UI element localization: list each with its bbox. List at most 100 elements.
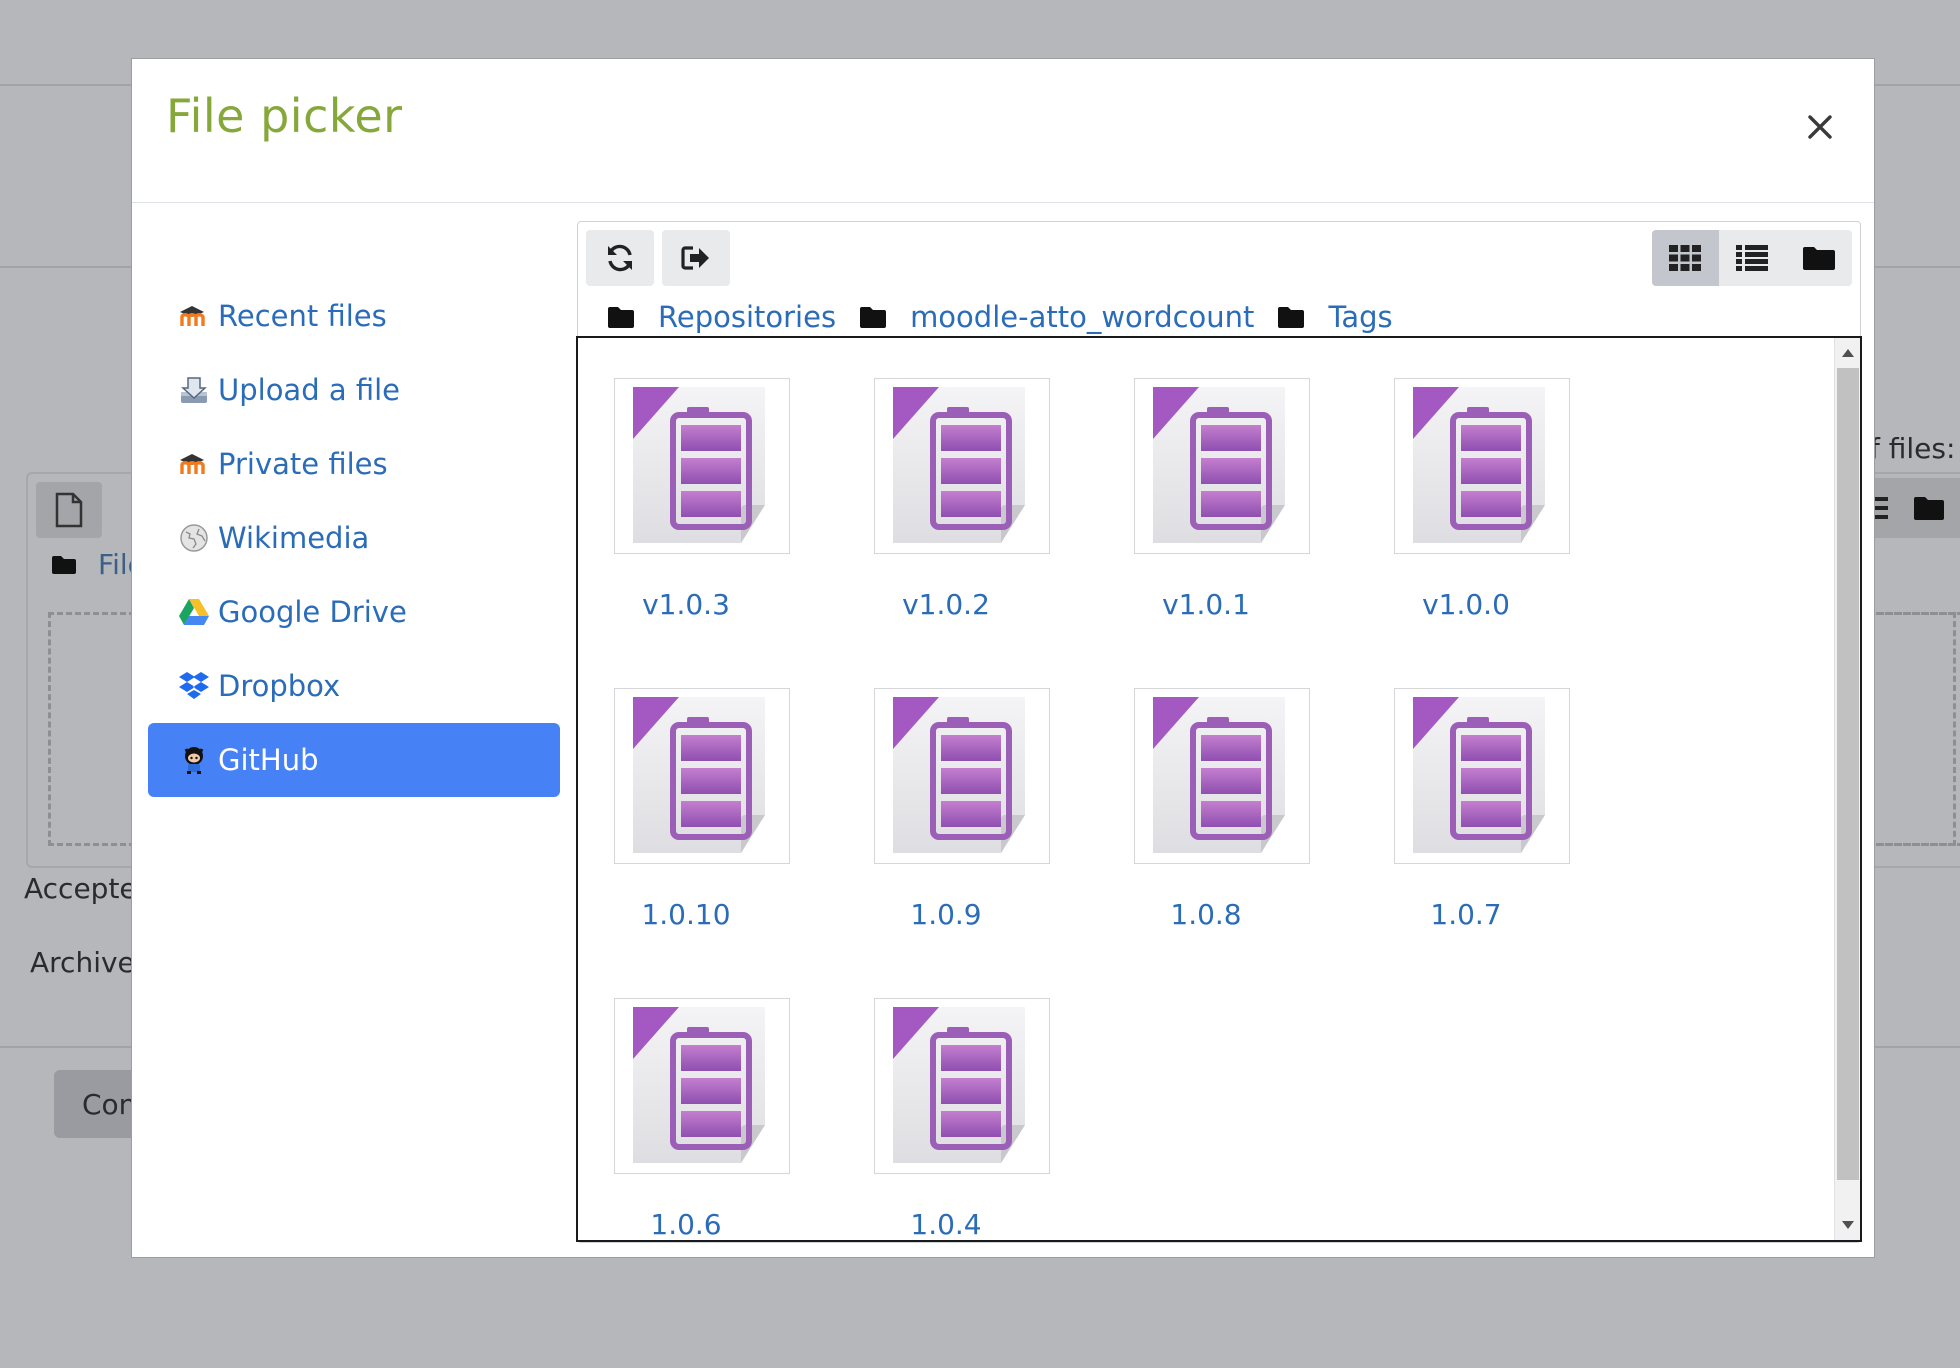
scroll-thumb[interactable] — [1837, 368, 1859, 1180]
breadcrumb: Repositories moodle-atto_wordcount Tags — [608, 292, 1417, 342]
file-name[interactable]: v1.0.3 — [606, 588, 766, 621]
file-tile[interactable]: v1.0.2 — [866, 378, 1050, 621]
archive-file-icon — [1153, 387, 1285, 543]
archive-file-icon — [633, 697, 765, 853]
file-name[interactable]: 1.0.7 — [1386, 898, 1546, 931]
breadcrumb-label: Tags — [1328, 300, 1393, 334]
scroll-down-arrow[interactable] — [1835, 1212, 1860, 1238]
folder-icon — [860, 307, 887, 328]
bg-archive-label: Archive — [30, 946, 135, 979]
repo-item-label: Google Drive — [218, 595, 407, 629]
breadcrumb-item[interactable]: Tags — [1278, 300, 1393, 334]
archive-file-icon — [1153, 697, 1285, 853]
logout-button[interactable] — [662, 230, 730, 286]
file-tile[interactable]: 1.0.6 — [606, 998, 790, 1240]
repo-item-upload-a-file[interactable]: Upload a file — [148, 353, 560, 427]
icons-view-button[interactable] — [1652, 230, 1719, 286]
dropbox-icon — [178, 670, 210, 702]
file-browser: Repositories moodle-atto_wordcount Tags … — [576, 221, 1862, 1243]
archive-file-icon — [1413, 697, 1545, 853]
repo-item-label: Dropbox — [218, 669, 341, 703]
file-tile[interactable]: 1.0.9 — [866, 688, 1050, 931]
file-name[interactable]: 1.0.8 — [1126, 898, 1286, 931]
scroll-up-arrow[interactable] — [1835, 340, 1860, 366]
file-tile[interactable]: 1.0.8 — [1126, 688, 1310, 931]
file-tile[interactable]: 1.0.10 — [606, 688, 790, 931]
scrollbar[interactable] — [1834, 338, 1860, 1240]
dialog-title: File picker — [166, 89, 403, 143]
bg-max-files-label: f files: — [1870, 432, 1956, 465]
folder-icon — [1278, 307, 1305, 328]
file-thumbnail[interactable] — [1394, 378, 1570, 554]
grid-icon — [1669, 245, 1702, 271]
tree-view-button[interactable] — [1785, 230, 1852, 286]
file-name[interactable]: v1.0.1 — [1126, 588, 1286, 621]
refresh-button[interactable] — [586, 230, 654, 286]
bg-add-file-button — [36, 482, 102, 538]
file-tile[interactable]: v1.0.1 — [1126, 378, 1310, 621]
file-list-pane: v1.0.3 v1.0.2 v1.0.1 v1.0.0 1.0.10 1.0.9 1.0.8… — [576, 336, 1862, 1242]
moodle-icon — [178, 448, 210, 480]
repo-item-label: Private files — [218, 447, 388, 481]
list-view-button[interactable] — [1719, 230, 1786, 286]
file-thumbnail[interactable] — [874, 378, 1050, 554]
folder-icon — [1802, 247, 1835, 270]
repo-item-label: Recent files — [218, 299, 387, 333]
file-tile[interactable]: v1.0.0 — [1386, 378, 1570, 621]
modal-header: File picker — [132, 59, 1874, 203]
file-tile[interactable]: 1.0.7 — [1386, 688, 1570, 931]
file-name[interactable]: 1.0.6 — [606, 1208, 766, 1240]
file-thumbnail[interactable] — [1394, 688, 1570, 864]
file-thumbnail[interactable] — [1134, 378, 1310, 554]
view-mode-switcher — [1652, 230, 1852, 286]
file-name[interactable]: v1.0.2 — [866, 588, 1026, 621]
repo-item-private-files[interactable]: Private files — [148, 427, 560, 501]
archive-file-icon — [893, 697, 1025, 853]
file-name[interactable]: 1.0.9 — [866, 898, 1026, 931]
breadcrumb-label: moodle-atto_wordcount — [910, 300, 1255, 334]
archive-file-icon — [1413, 387, 1545, 543]
repo-item-recent-files[interactable]: Recent files — [148, 279, 560, 353]
file-thumbnail[interactable] — [614, 688, 790, 864]
repo-item-wikimedia[interactable]: Wikimedia — [148, 501, 560, 575]
folder-icon — [52, 555, 76, 574]
file-thumbnail[interactable] — [614, 998, 790, 1174]
file-icon — [55, 492, 83, 528]
file-thumbnail[interactable] — [874, 688, 1050, 864]
moodle-icon — [178, 300, 210, 332]
close-icon — [1808, 115, 1832, 139]
file-thumbnail[interactable] — [1134, 688, 1310, 864]
breadcrumb-item[interactable]: Repositories — [608, 300, 836, 334]
repository-list: Recent files Upload a file Private files… — [148, 279, 560, 797]
file-thumbnail[interactable] — [874, 998, 1050, 1174]
list-icon — [1736, 245, 1768, 271]
github-icon — [178, 744, 210, 776]
archive-file-icon — [633, 387, 765, 543]
file-name[interactable]: 1.0.10 — [606, 898, 766, 931]
breadcrumb-item[interactable]: moodle-atto_wordcount — [860, 300, 1254, 334]
bg-accepted-label: Accepte — [24, 872, 137, 905]
archive-file-icon — [633, 1007, 765, 1163]
repo-item-google-drive[interactable]: Google Drive — [148, 575, 560, 649]
refresh-icon — [608, 244, 632, 272]
repo-item-github[interactable]: GitHub — [148, 723, 560, 797]
repo-item-label: GitHub — [218, 743, 319, 777]
close-button[interactable] — [1796, 103, 1844, 151]
folder-icon — [1914, 497, 1944, 520]
file-name[interactable]: v1.0.0 — [1386, 588, 1546, 621]
breadcrumb-label: Repositories — [658, 300, 837, 334]
file-name[interactable]: 1.0.4 — [866, 1208, 1026, 1240]
wikimedia-icon — [178, 522, 210, 554]
file-picker-dialog: File picker Recent files Upload a file P… — [131, 58, 1875, 1258]
repo-item-label: Upload a file — [218, 373, 400, 407]
google-drive-icon — [178, 596, 210, 628]
folder-icon — [608, 307, 634, 328]
repo-item-dropbox[interactable]: Dropbox — [148, 649, 560, 723]
file-thumbnail[interactable] — [614, 378, 790, 554]
repo-item-label: Wikimedia — [218, 521, 370, 555]
upload-icon — [178, 374, 210, 406]
file-tile[interactable]: 1.0.4 — [866, 998, 1050, 1240]
file-tile[interactable]: v1.0.3 — [606, 378, 790, 621]
archive-file-icon — [893, 1007, 1025, 1163]
logout-icon — [681, 246, 709, 270]
